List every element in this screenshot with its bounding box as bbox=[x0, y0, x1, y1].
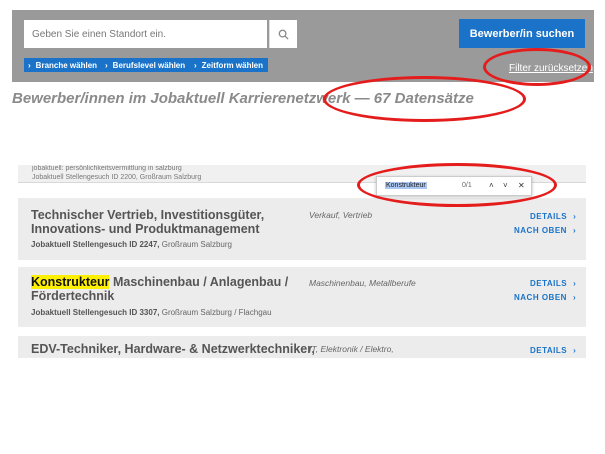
chevron-right-icon: › bbox=[194, 60, 197, 70]
annotation-oval bbox=[323, 76, 526, 122]
chevron-right-icon: › bbox=[573, 212, 577, 221]
job-meta: Jobaktuell Stellengesuch ID 2247, Großra… bbox=[31, 240, 232, 249]
job-title-line: Innovations- und Produktmanagement bbox=[31, 222, 260, 236]
search-match-highlight: Konstrukteur bbox=[31, 275, 110, 289]
search-icon-button[interactable] bbox=[269, 20, 297, 48]
partial-job-meta: Jobaktuell Stellengesuch ID 2200, Großra… bbox=[32, 174, 202, 181]
details-label: DETAILS bbox=[530, 346, 568, 355]
job-card: Konstrukteur Maschinenbau / Anlagenbau /… bbox=[18, 267, 586, 327]
chevron-right-icon: › bbox=[572, 293, 577, 302]
job-card: EDV-Techniker, Hardware- & Netzwerktechn… bbox=[18, 336, 586, 358]
job-id: Jobaktuell Stellengesuch ID 2247, bbox=[31, 240, 160, 249]
search-icon bbox=[278, 29, 289, 40]
job-title-line: Maschinenbau / Anlagenbau / bbox=[109, 275, 289, 289]
back-to-top-label: NACH OBEN bbox=[514, 226, 567, 235]
job-title[interactable]: EDV-Techniker, Hardware- & Netzwerktechn… bbox=[31, 342, 315, 356]
details-link[interactable]: DETAILS › bbox=[530, 346, 576, 355]
career-level-select-chip[interactable]: › Berufslevel wählen bbox=[101, 58, 191, 72]
details-link[interactable]: DETAILS › bbox=[530, 279, 576, 288]
chevron-right-icon: › bbox=[105, 60, 108, 70]
job-title-line: EDV-Techniker, Hardware- & Netzwerktechn… bbox=[31, 342, 315, 356]
industry-select-chip[interactable]: › Branche wählen bbox=[24, 58, 103, 72]
chip-label: Berufslevel wählen bbox=[112, 60, 186, 70]
chip-label: Branche wählen bbox=[35, 60, 98, 70]
job-title-line: Fördertechnik bbox=[31, 289, 115, 303]
chevron-right-icon: › bbox=[572, 226, 577, 235]
back-to-top-link[interactable]: NACH OBEN › bbox=[514, 293, 576, 302]
job-meta: Jobaktuell Stellengesuch ID 3307, Großra… bbox=[31, 308, 272, 317]
details-link[interactable]: DETAILS › bbox=[530, 212, 576, 221]
job-title-line: Technischer Vertrieb, Investitionsgüter, bbox=[31, 208, 265, 222]
job-title[interactable]: Technischer Vertrieb, Investitionsgüter,… bbox=[31, 208, 264, 236]
browser-tab-text: jobaktuell: persönlichkeitsvermittlung i… bbox=[32, 165, 182, 172]
location-search-input[interactable] bbox=[24, 20, 267, 48]
details-label: DETAILS bbox=[530, 212, 568, 221]
chevron-right-icon: › bbox=[28, 60, 31, 70]
job-region: Großraum Salzburg / Flachgau bbox=[159, 308, 272, 317]
search-candidates-button[interactable]: Bewerber/in suchen bbox=[459, 19, 585, 48]
annotation-oval bbox=[483, 48, 591, 86]
back-to-top-link[interactable]: NACH OBEN › bbox=[514, 226, 576, 235]
job-region: Großraum Salzburg bbox=[159, 240, 232, 249]
work-time-select-chip[interactable]: › Zeitform wählen bbox=[190, 58, 269, 72]
chip-label: Zeitform wählen bbox=[201, 60, 264, 70]
job-title[interactable]: Konstrukteur Maschinenbau / Anlagenbau /… bbox=[31, 275, 288, 303]
job-category: IT, Elektronik / Elektro, bbox=[309, 344, 394, 354]
back-to-top-label: NACH OBEN bbox=[514, 293, 567, 302]
job-category: Verkauf, Vertrieb bbox=[309, 210, 373, 220]
details-label: DETAILS bbox=[530, 279, 568, 288]
chevron-right-icon: › bbox=[573, 346, 577, 355]
job-card: Technischer Vertrieb, Investitionsgüter,… bbox=[18, 198, 586, 260]
job-category: Maschinenbau, Metallberufe bbox=[309, 278, 416, 288]
chevron-right-icon: › bbox=[573, 279, 577, 288]
job-id: Jobaktuell Stellengesuch ID 3307, bbox=[31, 308, 160, 317]
annotation-oval bbox=[357, 163, 557, 207]
